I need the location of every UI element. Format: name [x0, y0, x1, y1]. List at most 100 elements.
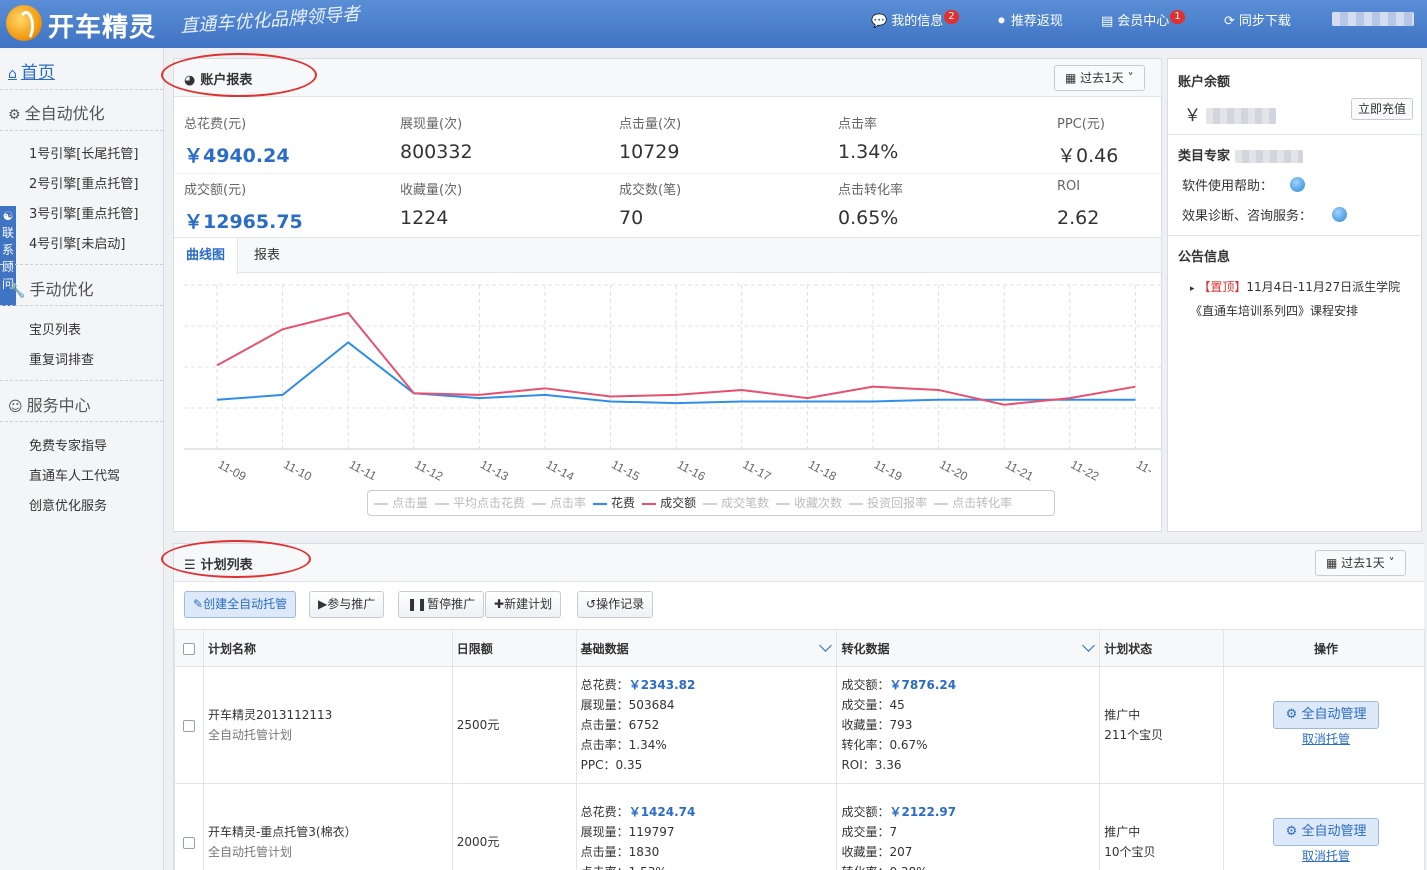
create-auto-hosting-button[interactable]: ✎创建全自动托管: [184, 591, 297, 618]
notice-item-line2[interactable]: 《直通车培训系列四》课程安排: [1190, 302, 1358, 319]
total-spend: 总花费：￥2343.82: [580, 678, 696, 692]
table-row: 开车精灵-重点托管3(棉衣） 全自动托管计划 2000元 总花费：￥1424.74…: [174, 783, 1425, 870]
clicks: 点击量：6752: [580, 718, 660, 732]
top-header: 开车精灵 直通车优化品牌领导者 💬 我的信息 2 ⚫ 推荐返现 ▤ 会员中心 1 ⟳ 同步下…: [0, 0, 1427, 48]
wrench-icon: 🔧: [8, 283, 26, 299]
sidebar-engine-2[interactable]: 2号引擎[重点托管]: [29, 173, 138, 192]
col-plan-status[interactable]: 计划状态: [1099, 629, 1225, 667]
conversion-rate: 转化率：0.67%: [841, 738, 928, 752]
notice-item[interactable]: ▸ 【置顶】11月4日-11月27日派生学院: [1190, 278, 1400, 295]
nav-referral-cashback[interactable]: ⚫ 推荐返现: [996, 10, 1063, 29]
nav-my-messages[interactable]: 💬 我的信息 2: [871, 10, 959, 30]
col-base-data[interactable]: 基础数据: [575, 629, 838, 667]
legend-swatch: [435, 502, 450, 505]
sidebar-auto-optimize[interactable]: ⚙ 全自动优化: [8, 100, 105, 124]
member-count-badge: 1: [1170, 10, 1185, 24]
notice-title: 公告信息: [1178, 250, 1231, 265]
legend-item[interactable]: 点击量: [374, 491, 428, 515]
tab-curve-chart[interactable]: 曲线图: [174, 238, 239, 275]
legend-item[interactable]: 投资回报率: [849, 491, 927, 515]
sidebar-engine-4[interactable]: 4号引擎[未启动]: [29, 233, 125, 252]
row-checkbox[interactable]: [182, 719, 195, 732]
sidebar-home[interactable]: ⌂ 首页: [8, 58, 55, 83]
tab-report-table[interactable]: 报表: [242, 238, 292, 274]
legend-item[interactable]: 点击转化率: [934, 491, 1012, 515]
col-actions: 操作: [1223, 629, 1425, 667]
select-all-checkbox[interactable]: [182, 642, 195, 655]
sidebar-manual-optimize[interactable]: 🔧 手动优化: [8, 276, 93, 300]
legend-item[interactable]: 成交额: [642, 491, 696, 515]
software-help-label: 软件使用帮助：: [1182, 179, 1274, 194]
conversion-rate: 转化率：0.38%: [841, 862, 1099, 870]
x-tick-label: 11-: [1134, 457, 1155, 477]
legend-item[interactable]: 点击率: [532, 491, 586, 515]
stat-label: 成交数(笔): [619, 183, 682, 198]
nav-sync-download[interactable]: ⟳ 同步下载: [1224, 10, 1291, 29]
stat-value: 1.34%: [838, 141, 899, 163]
stat-value: ￥12965.75: [184, 211, 303, 233]
auto-manage-button[interactable]: ⚙ 全自动管理: [1272, 701, 1380, 729]
chevron-down-icon[interactable]: [819, 639, 833, 652]
item-count: 211个宝贝: [1104, 728, 1164, 742]
logo-icon: [6, 5, 42, 41]
cancel-hosting-link[interactable]: 取消托管: [1302, 732, 1350, 746]
edit-icon: ✎: [193, 597, 204, 611]
plan-name[interactable]: 开车精灵2013112113: [208, 705, 452, 725]
divider: [0, 264, 163, 265]
sidebar-manual-driving[interactable]: 直通车人工代驾: [29, 465, 120, 484]
stat-value: 800332: [400, 141, 473, 163]
sidebar-engine-3[interactable]: 3号引擎[重点托管]: [29, 203, 138, 222]
qq-chat-icon[interactable]: [1290, 177, 1305, 192]
divider: [1168, 235, 1421, 236]
new-plan-button[interactable]: ✚新建计划: [485, 591, 562, 618]
legend-item[interactable]: 花费: [593, 491, 635, 515]
auto-manage-button[interactable]: ⚙ 全自动管理: [1272, 818, 1380, 846]
select-all-cell: [174, 629, 204, 667]
status-text: 推广中: [1104, 708, 1141, 722]
stat-label: 点击转化率: [838, 183, 904, 198]
plan-date-range[interactable]: ▦ 过去1天 ˅: [1315, 550, 1406, 576]
qq-chat-icon[interactable]: [1332, 207, 1347, 222]
sidebar-engine-1[interactable]: 1号引擎[长尾托管]: [29, 143, 138, 162]
stat-label: 展现量(次): [400, 117, 463, 132]
operation-log-button[interactable]: ↺操作记录: [577, 591, 654, 618]
col-conversion-data[interactable]: 转化数据: [836, 629, 1101, 667]
sidebar-creative-service[interactable]: 创意优化服务: [29, 495, 107, 514]
stat-label: ROI: [1057, 179, 1081, 194]
sidebar-service-center[interactable]: ☺ 服务中心: [8, 392, 91, 416]
join-promotion-button[interactable]: ▶参与推广: [309, 591, 385, 618]
nav-member-center[interactable]: ▤ 会员中心 1: [1101, 10, 1185, 30]
legend-item[interactable]: 收藏次数: [776, 491, 842, 515]
total-spend: 总花费：￥1424.74: [580, 805, 696, 819]
legend-swatch: [642, 502, 657, 505]
ctr: 点击率：1.53%: [581, 862, 837, 870]
message-count-badge: 2: [944, 10, 959, 24]
chevron-down-icon[interactable]: [1082, 639, 1096, 652]
cancel-hosting-link[interactable]: 取消托管: [1302, 849, 1350, 863]
legend-item[interactable]: 成交笔数: [703, 491, 769, 515]
plan-table: 计划名称 日限额 基础数据 转化数据 计划状态 操作 开车精灵201311211…: [174, 629, 1425, 870]
ctr: 点击率：1.34%: [580, 738, 667, 752]
play-icon: ▶: [318, 597, 328, 611]
sidebar-item-list[interactable]: 宝贝列表: [29, 319, 81, 338]
user-account-name[interactable]: [1332, 12, 1414, 26]
base-data-cell: 总花费：￥1424.74 展现量：119797 点击量：1830 点击率：1.5…: [575, 783, 838, 870]
ppc: PPC：0.35: [580, 758, 643, 772]
daily-limit: 2500元: [451, 666, 577, 784]
x-tick-label: 11-18: [806, 457, 839, 484]
recharge-button[interactable]: 立即充值: [1351, 98, 1414, 120]
chart-tabs: 曲线图 报表: [174, 237, 1161, 275]
plan-name[interactable]: 开车精灵-重点托管3(棉衣）: [208, 822, 452, 842]
pause-promotion-button[interactable]: ❚❚暂停推广: [398, 591, 485, 618]
col-daily-limit[interactable]: 日限额: [451, 629, 577, 667]
money-bag-icon: ⚫: [996, 14, 1007, 29]
stat-label: PPC(元): [1057, 117, 1105, 132]
row-checkbox[interactable]: [182, 836, 195, 849]
sidebar-duplicate-keywords[interactable]: 重复词排查: [29, 349, 94, 368]
legend-item[interactable]: 平均点击花费: [435, 491, 525, 515]
report-date-range[interactable]: ▦ 过去1天 ˅: [1054, 65, 1145, 91]
table-header-row: 计划名称 日限额 基础数据 转化数据 计划状态 操作: [174, 629, 1425, 667]
pause-icon: ❚❚: [407, 597, 428, 611]
sidebar-free-expert[interactable]: 免费专家指导: [29, 435, 107, 454]
col-plan-name[interactable]: 计划名称: [202, 629, 453, 667]
